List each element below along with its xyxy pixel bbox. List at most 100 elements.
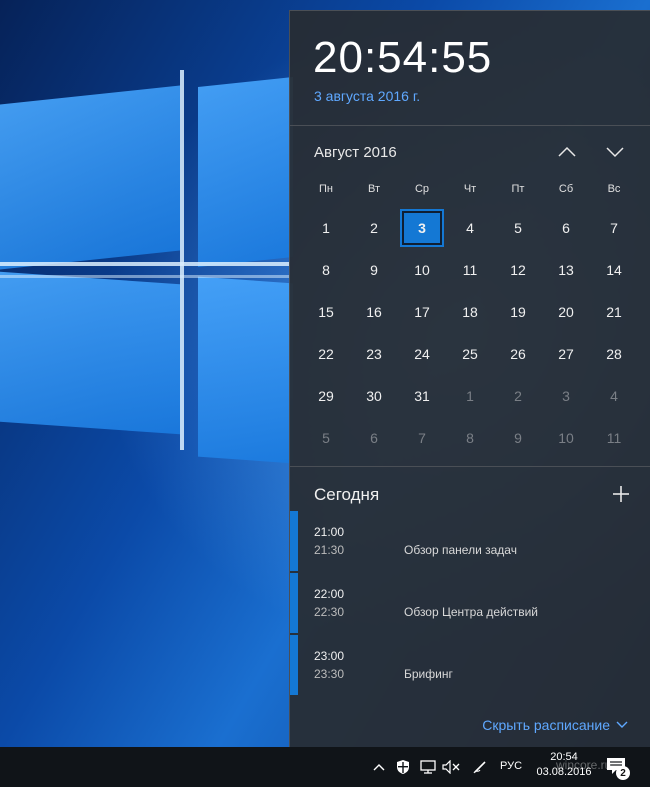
calendar-day-number: 5 xyxy=(514,220,522,236)
calendar-day-number: 4 xyxy=(610,388,618,404)
event-title: Брифинг xyxy=(404,667,453,681)
calendar-day-number: 2 xyxy=(514,388,522,404)
hide-agenda-button[interactable]: Скрыть расписание xyxy=(482,717,628,733)
event-end-time: 22:30 xyxy=(314,605,345,619)
calendar-day[interactable]: 4 xyxy=(446,207,494,249)
calendar-day[interactable]: 13 xyxy=(542,249,590,291)
calendar-day[interactable]: 9 xyxy=(350,249,398,291)
input-language-button[interactable]: РУС xyxy=(500,760,522,772)
event-color-bar xyxy=(290,511,298,571)
event-end-time: 21:30 xyxy=(314,543,345,557)
calendar-day-number: 5 xyxy=(322,430,330,446)
plus-icon xyxy=(613,486,629,502)
calendar-day-number: 1 xyxy=(466,388,474,404)
calendar-day[interactable]: 17 xyxy=(398,291,446,333)
calendar-day[interactable]: 1 xyxy=(446,375,494,417)
calendar-day-number: 10 xyxy=(558,430,574,446)
event-title: Обзор панели задач xyxy=(404,543,517,557)
calendar-day[interactable]: 18 xyxy=(446,291,494,333)
agenda-event[interactable]: 22:00 22:30 Обзор Центра действий xyxy=(290,573,650,633)
calendar-day-number: 17 xyxy=(414,304,430,320)
calendar-day-number: 15 xyxy=(318,304,334,320)
hide-agenda-label: Скрыть расписание xyxy=(482,717,610,733)
chevron-down-icon xyxy=(606,147,624,158)
event-start-time: 21:00 xyxy=(314,525,345,539)
show-hidden-icons-button[interactable] xyxy=(370,757,388,777)
calendar-day[interactable]: 27 xyxy=(542,333,590,375)
network-icon xyxy=(420,760,436,774)
weekday-label: Вс xyxy=(607,183,621,195)
calendar-day[interactable]: 6 xyxy=(542,207,590,249)
add-event-button[interactable] xyxy=(610,483,632,505)
calendar-day[interactable]: 22 xyxy=(302,333,350,375)
calendar-day-number: 18 xyxy=(462,304,478,320)
calendar-day[interactable]: 12 xyxy=(494,249,542,291)
calendar-day-number: 22 xyxy=(318,346,334,362)
calendar-day[interactable]: 11 xyxy=(446,249,494,291)
agenda-event[interactable]: 21:00 21:30 Обзор панели задач xyxy=(290,511,650,571)
event-start-time: 22:00 xyxy=(314,587,345,601)
calendar-day[interactable]: 2 xyxy=(494,375,542,417)
volume-button[interactable] xyxy=(441,757,461,777)
volume-muted-icon xyxy=(442,760,460,774)
calendar-day-number: 6 xyxy=(370,430,378,446)
calendar-day[interactable]: 28 xyxy=(590,333,638,375)
next-month-button[interactable] xyxy=(600,139,630,165)
calendar-day[interactable]: 19 xyxy=(494,291,542,333)
calendar-day[interactable]: 15 xyxy=(302,291,350,333)
calendar-day[interactable]: 1 xyxy=(302,207,350,249)
calendar-day[interactable]: 20 xyxy=(542,291,590,333)
calendar-day[interactable]: 10 xyxy=(398,249,446,291)
calendar-day-grid: 1 2 3 4 5 6 7 8 9 10 11 12 13 14 15 16 17 18 19 20 21 22 23 24 2… xyxy=(302,207,638,459)
calendar-day[interactable]: 2 xyxy=(350,207,398,249)
calendar-day[interactable]: 30 xyxy=(350,375,398,417)
weekday-label: Пн xyxy=(319,183,333,195)
chevron-up-icon xyxy=(373,764,385,771)
calendar-day[interactable]: 29 xyxy=(302,375,350,417)
calendar-day[interactable]: 31 xyxy=(398,375,446,417)
pen-workspace-button[interactable] xyxy=(470,757,490,777)
calendar-day[interactable]: 21 xyxy=(590,291,638,333)
calendar-day-number: 29 xyxy=(318,388,334,404)
event-start-time: 23:00 xyxy=(314,649,345,663)
calendar-day[interactable]: 4 xyxy=(590,375,638,417)
watermark-text: wincore.ru xyxy=(556,758,612,772)
calendar-day[interactable]: 7 xyxy=(398,417,446,459)
calendar-day[interactable]: 3 xyxy=(542,375,590,417)
network-button[interactable] xyxy=(418,757,438,777)
calendar-day[interactable]: 8 xyxy=(302,249,350,291)
calendar-day[interactable]: 14 xyxy=(590,249,638,291)
calendar-day[interactable]: 5 xyxy=(302,417,350,459)
calendar-day-number: 26 xyxy=(510,346,526,362)
calendar-day[interactable]: 26 xyxy=(494,333,542,375)
date-long-link[interactable]: 3 августа 2016 г. xyxy=(314,88,420,104)
calendar-day-number: 7 xyxy=(418,430,426,446)
calendar-day-number: 1 xyxy=(322,220,330,236)
weekday-label: Ср xyxy=(414,183,430,195)
calendar-day[interactable]: 6 xyxy=(350,417,398,459)
calendar-day-number: 28 xyxy=(606,346,622,362)
calendar-day[interactable]: 24 xyxy=(398,333,446,375)
calendar-day-number: 12 xyxy=(510,262,526,278)
calendar-day-number: 11 xyxy=(606,430,622,446)
calendar-day[interactable]: 5 xyxy=(494,207,542,249)
calendar-day[interactable]: 10 xyxy=(542,417,590,459)
calendar-day-number: 6 xyxy=(562,220,570,236)
calendar-day-number: 4 xyxy=(466,220,474,236)
calendar-day-number: 19 xyxy=(510,304,526,320)
calendar-day-number: 11 xyxy=(462,262,478,278)
calendar-day-today[interactable]: 3 xyxy=(398,207,446,249)
calendar-day[interactable]: 25 xyxy=(446,333,494,375)
calendar-day-number: 25 xyxy=(462,346,478,362)
previous-month-button[interactable] xyxy=(552,139,582,165)
calendar-day[interactable]: 9 xyxy=(494,417,542,459)
calendar-day[interactable]: 11 xyxy=(590,417,638,459)
calendar-month-label[interactable]: Август 2016 xyxy=(314,144,397,161)
calendar-day-number: 31 xyxy=(414,388,430,404)
calendar-day[interactable]: 8 xyxy=(446,417,494,459)
calendar-day[interactable]: 7 xyxy=(590,207,638,249)
calendar-day[interactable]: 23 xyxy=(350,333,398,375)
defender-shield-icon[interactable] xyxy=(394,757,412,777)
agenda-event[interactable]: 23:00 23:30 Брифинг xyxy=(290,635,650,695)
calendar-day[interactable]: 16 xyxy=(350,291,398,333)
